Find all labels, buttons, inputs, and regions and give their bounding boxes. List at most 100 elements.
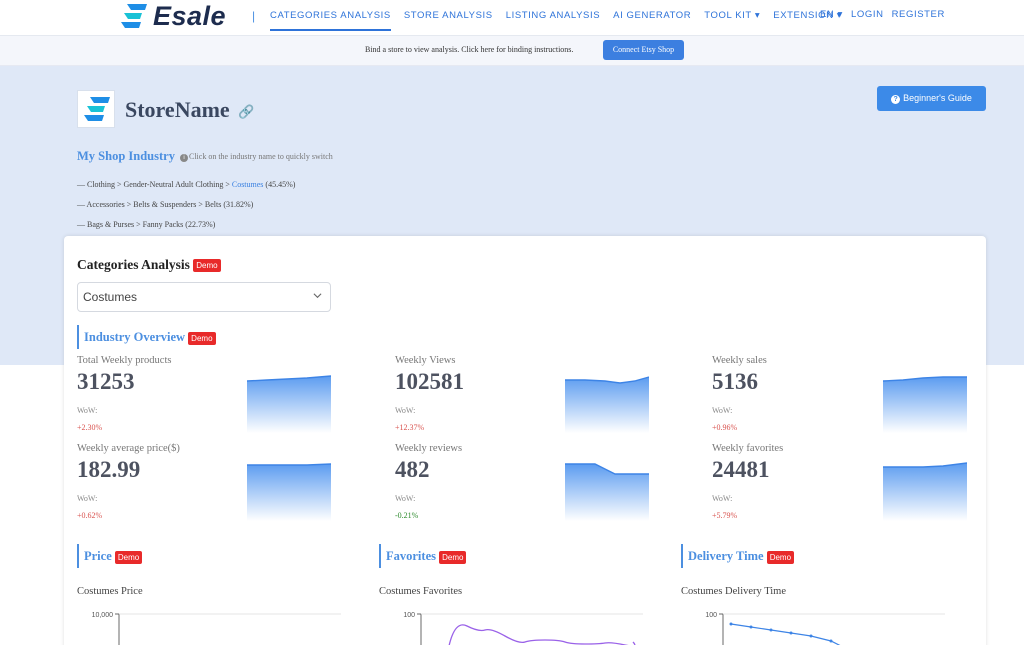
price-chart: 10,000 xyxy=(92,612,341,645)
bind-store-bar: Bind a store to view analysis. Click her… xyxy=(0,36,1024,66)
industry-hint-text: Click on the industry name to quickly sw… xyxy=(189,152,333,161)
demo-badge: Demo xyxy=(193,259,221,273)
language-select[interactable]: EN ▾ xyxy=(820,0,843,30)
favorites-chart-title: Costumes Favorites xyxy=(379,586,463,597)
industry-path: — Bags & Purses > Fanny Packs (22.73%) xyxy=(77,220,216,229)
industry-path: — Accessories > Belts & Suspenders > Bel… xyxy=(77,200,254,209)
connect-etsy-shop-button[interactable]: Connect Etsy Shop xyxy=(603,40,684,60)
sparkline-chart xyxy=(565,376,649,433)
delivery-section-title: Delivery Time xyxy=(688,549,764,563)
delivery-line xyxy=(730,623,841,645)
industry-item[interactable]: — Bags & Purses > Fanny Packs (22.73%) xyxy=(77,220,215,229)
metric-label: Weekly Views xyxy=(395,355,456,366)
sparkline-line xyxy=(247,463,331,466)
price-y-tick: 10,000 xyxy=(92,612,114,619)
sparkline-chart xyxy=(565,463,649,521)
wow-label: WoW: xyxy=(395,494,416,503)
category-select[interactable]: Costumes xyxy=(77,282,331,312)
wow-value: +2.30% xyxy=(77,423,103,432)
delivery-chart-title: Costumes Delivery Time xyxy=(681,586,787,597)
delivery-section-header: Delivery Time Demo xyxy=(681,544,795,568)
guide-label: Beginner's Guide xyxy=(903,93,972,103)
sparkline-area xyxy=(247,376,331,433)
nav-categories-analysis[interactable]: CATEGORIES ANALYSIS xyxy=(270,1,391,31)
info-icon: i xyxy=(180,154,188,162)
demo-badge: Demo xyxy=(114,550,143,564)
wow-label: WoW: xyxy=(77,406,98,415)
sparkline-chart xyxy=(247,375,331,433)
metric-value: 5136 xyxy=(712,369,758,394)
my-shop-industry-title: My Shop Industry xyxy=(77,149,175,163)
store-logo-icon xyxy=(84,97,110,121)
favorites-section-title: Favorites xyxy=(386,549,436,563)
sparkline-chart xyxy=(883,462,967,521)
wow-label: WoW: xyxy=(712,406,733,415)
esale-logo-icon xyxy=(121,4,147,28)
metric-value: 31253 xyxy=(77,369,135,394)
sparkline-area xyxy=(247,464,331,521)
top-nav: Esale | CATEGORIES ANALYSIS STORE ANALYS… xyxy=(0,0,1024,36)
nav-ai-generator[interactable]: AI GENERATOR xyxy=(613,1,691,31)
beginners-guide-button[interactable]: ? Beginner's Guide xyxy=(877,86,986,111)
nav-store-analysis[interactable]: STORE ANALYSIS xyxy=(404,1,493,31)
price-section-header: Price Demo xyxy=(77,544,143,568)
sparkline-area xyxy=(565,377,649,433)
wow-value: +12.37% xyxy=(395,423,425,432)
demo-badge: Demo xyxy=(439,550,467,564)
link-icon[interactable]: 🔗 xyxy=(238,104,254,120)
favorites-line xyxy=(448,624,636,645)
esale-logo[interactable]: Esale xyxy=(121,0,226,32)
wow-value: -0.21% xyxy=(395,511,419,520)
nav-tool-kit[interactable]: TOOL KIT ▾ xyxy=(704,1,760,31)
metric-value: 182.99 xyxy=(77,457,141,482)
industry-pct: (45.45%) xyxy=(263,180,296,189)
metric-label: Weekly favorites xyxy=(712,443,784,454)
nav-links: CATEGORIES ANALYSIS STORE ANALYSIS LISTI… xyxy=(270,0,855,32)
wow-label: WoW: xyxy=(395,406,416,415)
industry-item[interactable]: — Clothing > Gender-Neutral Adult Clothi… xyxy=(77,180,295,189)
wow-value: +0.96% xyxy=(712,423,738,432)
industry-overview-header: Industry Overview Demo xyxy=(77,325,216,349)
demo-badge: Demo xyxy=(188,331,216,345)
nav-right: EN ▾ LOGIN REGISTER xyxy=(820,0,953,30)
favorites-section-header: Favorites Demo xyxy=(379,544,467,568)
metric-label: Weekly average price($) xyxy=(77,443,180,454)
metric-value: 102581 xyxy=(395,369,464,394)
bind-instructions-text[interactable]: Bind a store to view analysis. Click her… xyxy=(365,45,573,54)
wow-label: WoW: xyxy=(712,494,733,503)
industry-path: — Clothing > Gender-Neutral Adult Clothi… xyxy=(77,180,232,189)
wow-value: +0.62% xyxy=(77,511,103,520)
metric-value: 482 xyxy=(395,457,430,482)
metric-value: 24481 xyxy=(712,457,770,482)
sparkline-area xyxy=(883,377,967,433)
sparkline-chart xyxy=(883,376,967,433)
delivery-y-tick: 100 xyxy=(705,612,717,619)
wow-label: WoW: xyxy=(77,494,98,503)
demo-badge: Demo xyxy=(766,550,795,564)
register-link[interactable]: REGISTER xyxy=(892,0,945,30)
logo-text: Esale xyxy=(153,0,227,31)
sparkline-area xyxy=(883,463,967,521)
price-section-title: Price xyxy=(84,549,112,563)
sparkline-chart xyxy=(247,463,331,521)
sparkline-area xyxy=(565,464,649,521)
industry-overview-title: Industry Overview xyxy=(84,330,186,344)
industry-hint: i Click on the industry name to quickly s… xyxy=(180,152,333,162)
question-icon: ? xyxy=(891,95,901,104)
metric-label: Weekly sales xyxy=(712,355,767,366)
metric-label: Total Weekly products xyxy=(77,355,172,366)
industry-item[interactable]: — Accessories > Belts & Suspenders > Bel… xyxy=(77,200,253,209)
price-chart-title: Costumes Price xyxy=(77,586,143,597)
nav-listing-analysis[interactable]: LISTING ANALYSIS xyxy=(506,1,600,31)
chevron-down-icon xyxy=(313,293,322,299)
industry-highlight[interactable]: Costumes xyxy=(232,180,264,189)
delivery-chart: 100 xyxy=(705,612,945,645)
categories-title-text: Categories Analysis xyxy=(77,257,190,272)
favorites-y-tick: 100 xyxy=(403,612,415,619)
favorites-chart: 100 xyxy=(403,612,643,645)
login-link[interactable]: LOGIN xyxy=(851,0,884,30)
category-select-value: Costumes xyxy=(83,290,138,304)
categories-analysis-title: Categories Analysis Demo xyxy=(77,257,221,273)
nav-separator: | xyxy=(252,9,256,23)
metric-label: Weekly reviews xyxy=(395,443,463,454)
